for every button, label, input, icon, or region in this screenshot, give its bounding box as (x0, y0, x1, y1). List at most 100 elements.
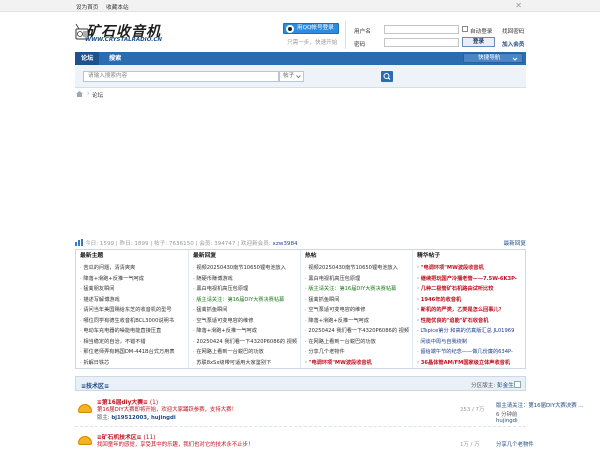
post-lists-panel: 最新主题 苦瓜的问题，清清爽爽降落+滑跑+反推一气呵成猛禽朋友瞬间描述写解博游戏… (75, 249, 526, 369)
search-input[interactable]: 请输入搜索内容 (83, 71, 279, 82)
post-list-item[interactable]: 视频20250430南节10650锂电池放入 (193, 263, 306, 274)
post-list-item[interactable]: 黑白电视机高压包原理 (305, 274, 418, 285)
post-list-item[interactable]: "电调环项"MW波段收音机 (305, 358, 418, 369)
qq-icon (286, 25, 294, 33)
auto-login-label: 自动登录 (470, 29, 493, 35)
newest-member-link[interactable]: xzw3984 (273, 241, 298, 247)
post-list-item[interactable]: 黑白电视机高压包原理 (193, 284, 306, 295)
post-list-item[interactable]: 空气泵适可变电容的维修 (193, 316, 306, 327)
search-button[interactable] (381, 71, 393, 82)
forum-row: ≡第16届diy大赛≡ (1) 第16届DIY大赛即将开始，欢迎大家踊跃参赛，支… (75, 393, 583, 427)
post-list-item[interactable]: 版主请关注：第16届DIY大赛决赛帖幕 (305, 284, 418, 295)
post-list-item[interactable]: 留给端午节的纪念——做几份廉的634P- (417, 347, 525, 358)
column-title: 最新回复 (193, 253, 217, 259)
forum-moderator-links[interactable]: bj19512003, hujingdi (111, 415, 175, 421)
search-type-select[interactable]: 帖子 (279, 71, 304, 82)
username-input[interactable] (384, 25, 459, 34)
post-list-item[interactable]: 性能优良的"追能"矿石收音机 (417, 316, 525, 327)
latest-replies-link[interactable]: 最新回复 (504, 239, 526, 247)
forum-stats: 今日: 1599 | 昨日: 1899 | 帖子: 7636150 | 会员: … (75, 238, 526, 248)
post-list-item[interactable]: 随硬币赚博游戏 (193, 274, 306, 285)
column-hot-posts: 热帖 视频20250430南节10650锂电池放入黑白电视机高压包原理版主请关注… (300, 250, 418, 368)
post-list-item[interactable]: 1946年的收音机 (417, 295, 525, 306)
qq-login-button[interactable]: 用QQ帐号登录 (283, 23, 339, 34)
column-title: 最新主题 (80, 253, 104, 259)
post-list-item[interactable]: 闲谈中周与自我绕制 (417, 337, 525, 348)
forum-last-post-user[interactable]: hujingdi (496, 418, 518, 424)
post-list-item[interactable]: 版主请关注：第16届DIY大赛决赛帖幕 (193, 295, 306, 306)
forum-moderator-label: 版主: (97, 415, 112, 421)
post-list-item[interactable]: 那位老师弄有韩国DM-441B台式万用表 (80, 347, 194, 358)
forum-post-count: 1万 / 万 (460, 442, 480, 448)
register-link[interactable]: 加入会员 (502, 40, 524, 48)
search-type-value: 帖子 (283, 73, 295, 79)
post-list-item[interactable]: 视频20250430南节10650锂电池放入 (305, 263, 418, 274)
post-list-item[interactable]: 苏联8xSx级带可适用大家鉴别下 (193, 358, 306, 369)
section-title[interactable]: ≡技术区≡ (81, 381, 109, 390)
forum-last-post-link[interactable]: 版主请关注：第16届DIY大赛决赛 ... (496, 401, 583, 409)
post-list-item[interactable]: 空气泵适可变电容的维修 (305, 305, 418, 316)
password-input[interactable] (384, 38, 459, 47)
bookmark-link[interactable]: 收藏本站 (106, 5, 128, 11)
post-list-item[interactable]: 20250424 我们看一下4320P6086的 视频 (305, 326, 418, 337)
forum-moderators: 版主: bj19512003, hujingdi (97, 413, 176, 421)
post-list-item[interactable]: 猛禽抓鱼瞬间 (305, 295, 418, 306)
stats-icon (75, 239, 83, 246)
close-icon[interactable]: ✕ (515, 1, 522, 10)
top-links: 设为首页 收藏本站 (76, 3, 135, 11)
find-password-link[interactable]: 找回密码 (502, 27, 524, 35)
stats-text-group: 今日: 1599 | 昨日: 1899 | 帖子: 7636150 | 会员: … (85, 239, 298, 247)
top-bar: 设为首页 收藏本站 ✕ (0, 0, 600, 12)
breadcrumb-separator: › (87, 90, 90, 97)
post-list-item[interactable]: 在网路上看到一台蜕巴的功放 (305, 337, 418, 348)
home-icon[interactable] (76, 91, 83, 97)
auto-login-checkbox[interactable] (462, 26, 468, 32)
post-list-item[interactable]: 20250424 我们看一下4320P6086的 视频 (193, 337, 306, 348)
post-list-item[interactable]: 电动车充电器的噪能电能直接压直 (80, 326, 194, 337)
column-title: 精华帖子 (417, 253, 441, 259)
post-list-item[interactable]: 猛禽朋友瞬间 (80, 284, 194, 295)
post-list-item[interactable]: 分享几个老物件 (305, 347, 418, 358)
quick-nav-label: 快捷导航 (478, 55, 501, 61)
post-list: 苦瓜的问题，清清爽爽降落+滑跑+反推一气呵成猛禽朋友瞬间描述写解博游戏请问当年美… (76, 263, 194, 368)
forum-icon (78, 404, 92, 413)
breadcrumb: › 论坛 (75, 90, 526, 100)
post-list-item[interactable]: 猛禽抓鱼瞬间 (193, 305, 306, 316)
section-moderator-link[interactable]: 彭金生 (497, 383, 514, 389)
password-label: 密码 (354, 42, 366, 48)
search-bar: 请输入搜索内容 帖子 (75, 65, 526, 88)
post-list-item[interactable]: 苦瓜的问题，清清爽爽 (80, 263, 194, 274)
quick-nav-button[interactable]: 快捷导航 (463, 53, 523, 63)
post-list-item[interactable]: LTspice第分 和高的仿真版汇总 JL01969 (417, 326, 525, 337)
post-list-item[interactable]: 拆解日铁芯 (80, 358, 194, 369)
post-list-item[interactable]: 36晶体管AM/FM国家级立体声收音机 (417, 358, 525, 369)
post-list-item[interactable]: 在网路上看到一台蜕巴的功放 (193, 347, 306, 358)
post-list-item[interactable]: "电调环项"MW波段收音机 (417, 263, 525, 274)
forum-last-post-link[interactable]: 分享几个老物件 (496, 440, 534, 448)
section-header-tech: ≡技术区≡ 分区版主: 彭金生 (75, 376, 526, 391)
post-list-item[interactable]: 描述写解博游戏 (80, 295, 194, 306)
post-list-item[interactable]: 新机的的严类，乙类是怎么回事儿？ (417, 305, 525, 316)
post-list: "电调环项"MW波段收音机继续把玩国产冷播老管——7.5W-6K3P-几种二极管… (413, 263, 525, 368)
set-homepage-link[interactable]: 设为首页 (76, 5, 98, 11)
post-list-item[interactable]: 相当稳定的自治，不错不错 (80, 337, 194, 348)
post-list-item[interactable]: 继续把玩国产冷播老管——7.5W-6K3P- (417, 274, 525, 285)
site-logo[interactable]: 矿石收音机 WWW.CRYSTALRADIO.CN (75, 21, 162, 45)
post-list-item[interactable]: 几种二极管矿石机路由试听比较 (417, 284, 525, 295)
breadcrumb-current[interactable]: 论坛 (92, 91, 103, 99)
post-list-item[interactable]: 降落+滑跑+反推一气呵成 (80, 274, 194, 285)
forum-last-post-meta: 6 分钟前 hujingdi (496, 410, 526, 424)
login-button[interactable]: 登录 (462, 37, 495, 47)
forum-icon (78, 436, 92, 445)
tab-search[interactable]: 搜索 (103, 52, 127, 65)
forum-row: ≡矿石机技术区≡ (11) 找回童年的感觉，享受其中的乐趣，我们也对它的技术永不… (75, 428, 534, 450)
username-label: 用户名 (354, 29, 371, 35)
tab-forum[interactable]: 论坛 (75, 52, 100, 65)
post-list-item[interactable]: 降落+滑跑+反推一气呵成 (305, 316, 418, 327)
post-list: 视频20250430南节10650锂电池放入随硬币赚博游戏黑白电视机高压包原理版… (189, 263, 306, 368)
logo-url: WWW.CRYSTALRADIO.CN (85, 37, 162, 43)
post-list-item[interactable]: 请问当年美国赐给东芝的收音机的型号 (80, 305, 194, 316)
post-list-item[interactable]: 降落+滑跑+反推一气呵成 (193, 326, 306, 337)
post-list-item[interactable]: 哪位同学有德生收音机BCL3000说明书 (80, 316, 194, 327)
collapse-toggle-icon[interactable] (514, 381, 521, 388)
